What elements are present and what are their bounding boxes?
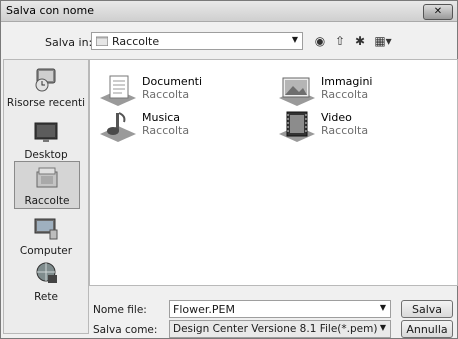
place-desktop[interactable]: Desktop xyxy=(4,116,88,164)
save-in-dropdown[interactable]: Raccolte ▼ xyxy=(91,32,303,50)
back-button[interactable]: ◉ xyxy=(311,33,329,50)
filename-value: Flower.PEM xyxy=(173,303,235,316)
places-sidebar: Risorse recenti Desktop Raccolte Compute… xyxy=(3,59,89,334)
save-as-dialog: Salva con nome ✕ Salva in: Raccolte ▼ ◉ … xyxy=(0,0,458,339)
video-library-icon xyxy=(279,111,315,142)
close-button[interactable]: ✕ xyxy=(423,4,453,20)
chevron-down-icon[interactable]: ▼ xyxy=(380,303,386,312)
title-bar: Salva con nome ✕ xyxy=(1,1,457,22)
item-name: Musica xyxy=(142,111,181,124)
item-name: Video xyxy=(321,111,352,124)
save-in-label: Salva in: xyxy=(45,36,93,49)
cancel-button[interactable]: Annulla xyxy=(401,320,453,338)
list-item-immagini[interactable]: Immagini Raccolta xyxy=(273,72,443,108)
filetype-label: Salva come: xyxy=(93,324,158,336)
place-label: Risorse recenti xyxy=(6,97,86,109)
view-menu-button[interactable]: ▦▾ xyxy=(371,33,395,50)
item-name: Immagini xyxy=(321,75,373,88)
pictures-library-icon xyxy=(279,77,315,106)
window-title: Salva con nome xyxy=(6,4,94,17)
libraries-icon xyxy=(36,167,58,188)
place-label: Rete xyxy=(34,291,58,303)
list-item-video[interactable]: Video Raccolta xyxy=(273,108,443,144)
place-network[interactable]: Rete xyxy=(4,258,88,306)
file-list: Documenti Raccolta Immagini Raccolta Mus… xyxy=(89,59,458,286)
item-type: Raccolta xyxy=(142,124,190,137)
filename-input[interactable]: Flower.PEM ▼ xyxy=(169,300,391,318)
up-folder-button[interactable]: ⇧ xyxy=(331,33,349,50)
item-type: Raccolta xyxy=(321,124,369,137)
place-libraries[interactable]: Raccolte xyxy=(14,161,80,209)
item-name: Documenti xyxy=(142,75,203,88)
computer-icon xyxy=(34,218,58,240)
chevron-down-icon[interactable]: ▼ xyxy=(292,35,298,44)
place-label: Desktop xyxy=(24,149,68,161)
libraries-folder-icon xyxy=(96,36,108,46)
save-in-value: Raccolte xyxy=(112,35,160,48)
item-type: Raccolta xyxy=(321,88,369,101)
filename-label: Nome file: xyxy=(93,304,147,316)
list-item-documenti[interactable]: Documenti Raccolta xyxy=(94,72,264,108)
recent-icon xyxy=(35,68,56,92)
place-label: Raccolte xyxy=(24,195,70,207)
save-button[interactable]: Salva xyxy=(401,300,453,318)
network-icon xyxy=(36,262,57,283)
documents-library-icon xyxy=(100,75,136,106)
place-computer[interactable]: Computer xyxy=(4,212,88,260)
item-type: Raccolta xyxy=(142,88,190,101)
music-library-icon xyxy=(100,112,136,142)
place-label: Computer xyxy=(19,245,73,257)
place-recent[interactable]: Risorse recenti xyxy=(4,64,88,112)
filetype-dropdown[interactable]: Design Center Versione 8.1 File(*.pem) ▼ xyxy=(169,320,391,338)
desktop-icon xyxy=(34,122,58,142)
filetype-value: Design Center Versione 8.1 File(*.pem) xyxy=(173,323,378,335)
list-item-musica[interactable]: Musica Raccolta xyxy=(94,108,264,144)
new-folder-button[interactable]: ✱ xyxy=(351,33,369,50)
chevron-down-icon[interactable]: ▼ xyxy=(380,323,386,332)
